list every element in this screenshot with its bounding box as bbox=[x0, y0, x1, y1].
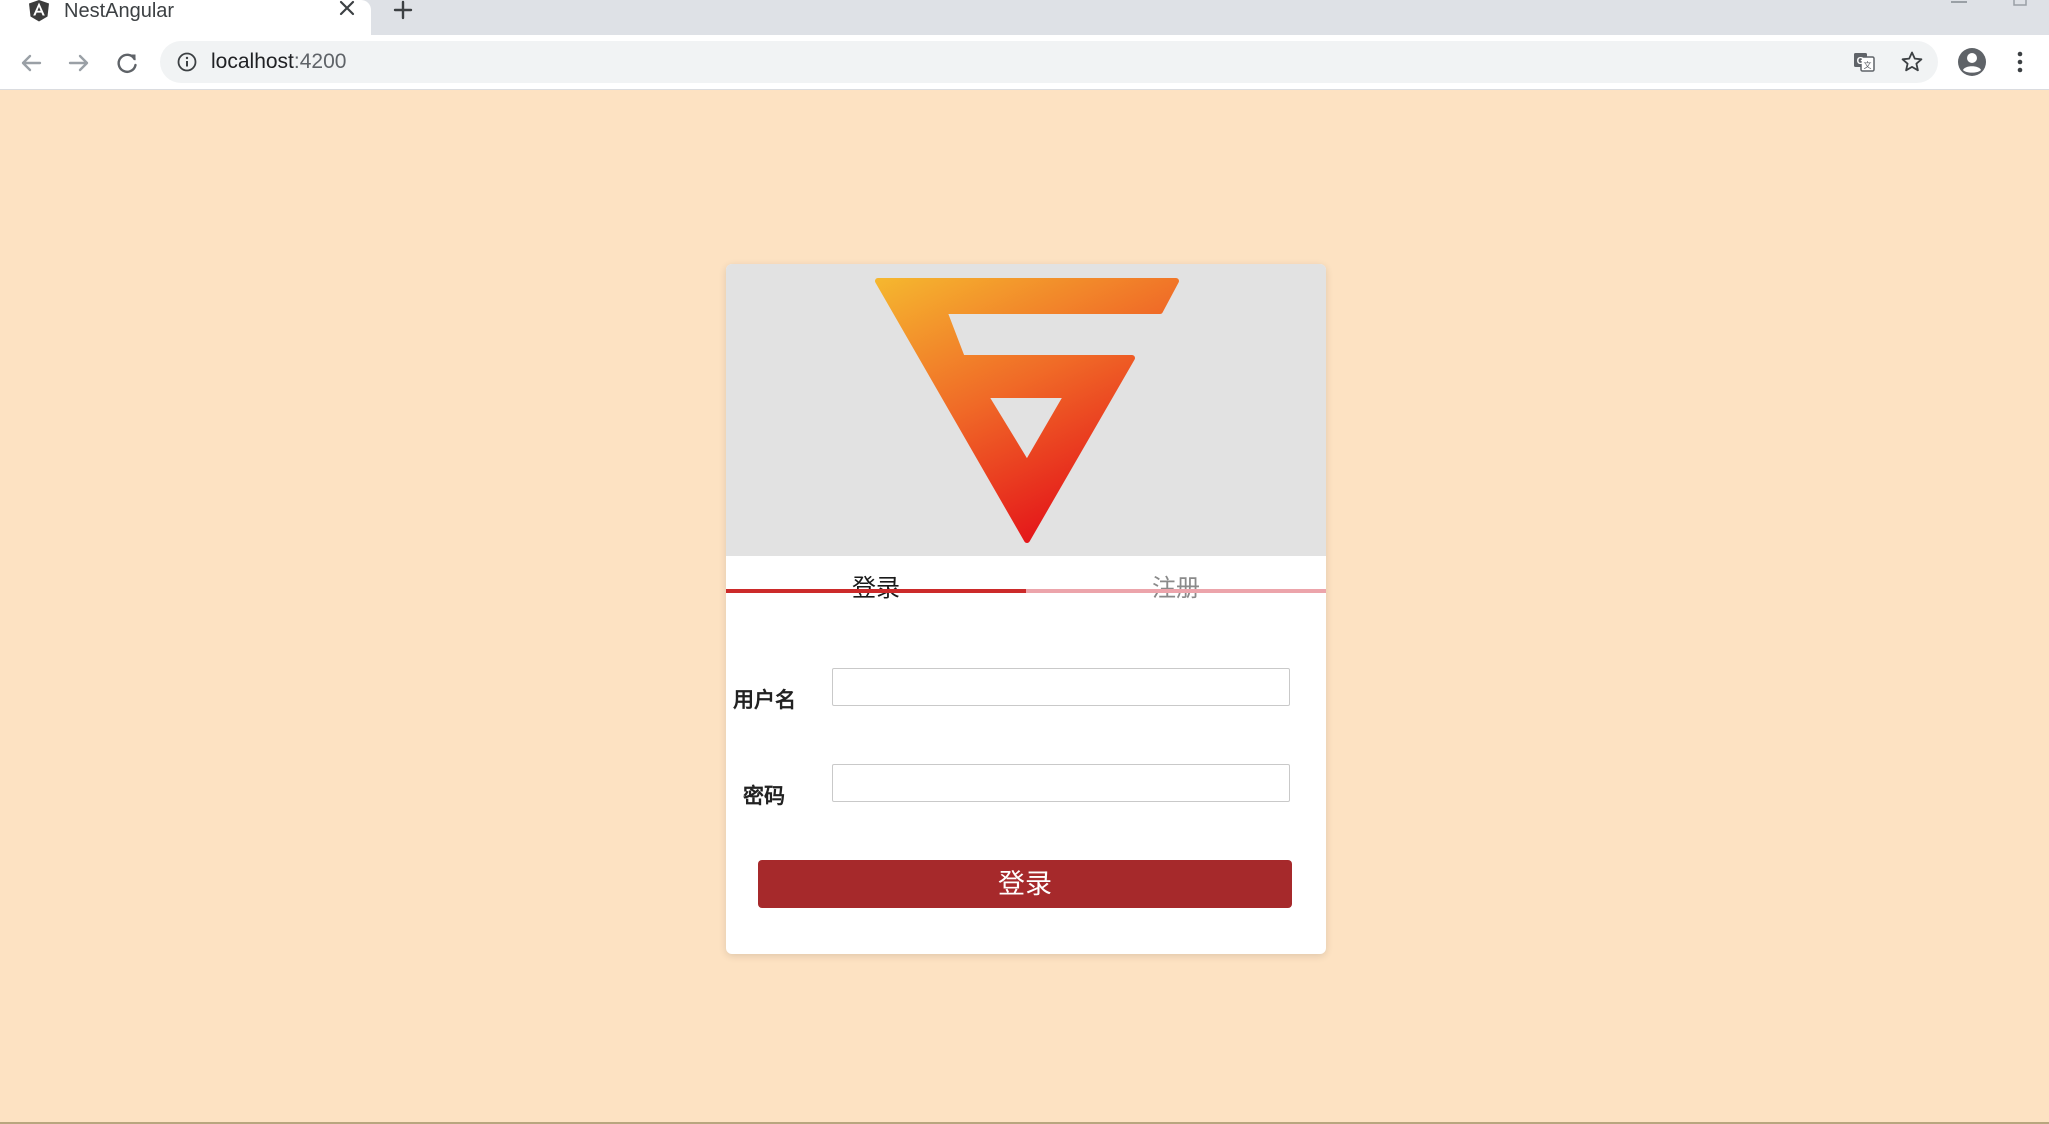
arrow-right-icon[interactable] bbox=[64, 48, 94, 78]
more-vert-icon[interactable] bbox=[2008, 48, 2032, 76]
brand-v-logo-icon bbox=[875, 278, 1179, 543]
angular-logo-icon bbox=[29, 0, 49, 22]
tab-title: NestAngular bbox=[64, 0, 175, 22]
close-icon[interactable] bbox=[336, 0, 358, 22]
url-port: :4200 bbox=[293, 50, 347, 73]
username-label: 用户名 bbox=[733, 689, 796, 712]
arrow-left-icon[interactable] bbox=[16, 48, 46, 78]
login-card: 登录 注册 用户名 密码 登录 bbox=[726, 264, 1326, 954]
login-button[interactable]: 登录 bbox=[758, 860, 1292, 908]
account-circle-icon[interactable] bbox=[1957, 47, 1987, 77]
username-field[interactable] bbox=[832, 668, 1290, 706]
tab-login-underline bbox=[726, 589, 1026, 593]
reload-icon[interactable] bbox=[112, 48, 142, 78]
info-icon[interactable] bbox=[176, 51, 198, 73]
star-icon[interactable] bbox=[1900, 50, 1924, 74]
url-text[interactable]: localhost:4200 bbox=[211, 51, 346, 73]
password-label: 密码 bbox=[743, 785, 785, 808]
browser-toolbar: localhost:4200 G 文 bbox=[0, 35, 2049, 90]
translate-icon[interactable]: G 文 bbox=[1852, 50, 1876, 74]
card-banner bbox=[726, 264, 1326, 556]
url-host: localhost bbox=[211, 50, 294, 73]
browser-tab[interactable]: NestAngular bbox=[0, 0, 371, 35]
svg-text:文: 文 bbox=[1864, 60, 1872, 70]
address-bar[interactable]: localhost:4200 G 文 bbox=[160, 41, 1938, 83]
window-controls[interactable] bbox=[1929, 0, 2049, 8]
password-field[interactable] bbox=[832, 764, 1290, 802]
plus-icon[interactable] bbox=[390, 0, 416, 22]
browser-tab-strip: NestAngular bbox=[0, 0, 2049, 35]
tab-register-underline bbox=[1026, 589, 1326, 593]
